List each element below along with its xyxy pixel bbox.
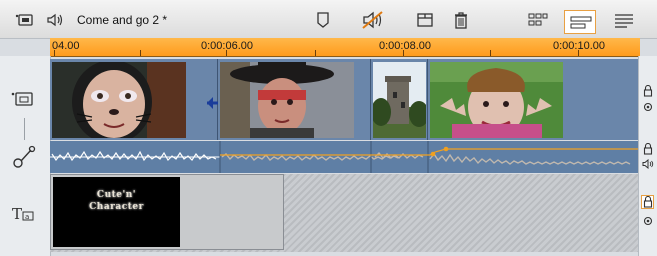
audio-speaker-icon[interactable] bbox=[44, 9, 66, 31]
ruler-tick bbox=[140, 50, 141, 56]
track-header-column: Ta bbox=[0, 56, 51, 256]
ruler-label: 0:00:08.00 bbox=[379, 40, 431, 52]
timeline-toolbar: Come and go 2 * bbox=[0, 0, 657, 39]
ruler-tick bbox=[315, 50, 316, 56]
marker-icon[interactable] bbox=[312, 9, 334, 31]
eye-icon[interactable] bbox=[643, 213, 653, 231]
ruler-tick bbox=[54, 50, 55, 56]
ruler-tick bbox=[226, 50, 227, 56]
ruler-label: 0:00:10.00 bbox=[553, 40, 605, 52]
volume-keyframe[interactable] bbox=[443, 146, 449, 152]
title-text-line1: Cute'n' bbox=[96, 190, 137, 200]
title-track[interactable]: Cute'n' Character bbox=[50, 174, 638, 252]
ruler-tick bbox=[490, 50, 491, 56]
video-clip[interactable] bbox=[50, 59, 218, 140]
svg-text:a: a bbox=[25, 213, 29, 221]
svg-text:T: T bbox=[12, 205, 22, 223]
video-clip[interactable] bbox=[428, 59, 638, 140]
storyboard-view-icon[interactable] bbox=[526, 9, 550, 31]
title-clip-thumbnail: Cute'n' Character bbox=[53, 177, 180, 247]
video-clip[interactable] bbox=[218, 59, 371, 140]
clip-thumbnail bbox=[52, 62, 186, 138]
video-track[interactable] bbox=[50, 59, 638, 140]
title-text-line2: Character bbox=[89, 202, 144, 212]
clip-thumbnail bbox=[373, 62, 426, 138]
project-title: Come and go 2 * bbox=[77, 13, 168, 27]
track-connector bbox=[24, 118, 25, 140]
ruler-tick bbox=[403, 50, 404, 56]
speaker-icon[interactable] bbox=[642, 156, 654, 174]
eye-icon[interactable] bbox=[643, 99, 653, 117]
audio-track[interactable] bbox=[50, 141, 638, 173]
time-ruler[interactable]: 04.00 0:00:06.00 0:00:08.00 0:00:10.00 bbox=[50, 38, 640, 57]
ruler-tick bbox=[578, 50, 579, 56]
audio-track-icon[interactable] bbox=[11, 144, 37, 175]
mute-icon[interactable] bbox=[360, 9, 386, 31]
ruler-label: 04.00 bbox=[52, 40, 80, 52]
title-clip[interactable]: Cute'n' Character bbox=[50, 174, 284, 250]
trash-icon[interactable] bbox=[450, 9, 472, 31]
video-clip[interactable] bbox=[371, 59, 428, 140]
video-monitor-icon[interactable] bbox=[14, 9, 36, 31]
track-lock-column bbox=[638, 56, 657, 256]
timeline-view-button[interactable] bbox=[564, 10, 596, 34]
clip-thumbnail bbox=[430, 62, 563, 138]
text-view-icon[interactable] bbox=[612, 9, 636, 31]
split-clip-icon[interactable] bbox=[414, 9, 436, 31]
lock-icon-active[interactable] bbox=[641, 195, 654, 209]
volume-keyframe[interactable] bbox=[430, 151, 436, 157]
video-track-icon[interactable] bbox=[11, 90, 35, 113]
audio-waveform bbox=[50, 141, 638, 173]
timeline-view-icon bbox=[570, 16, 592, 29]
title-track-icon[interactable]: Ta bbox=[11, 204, 37, 229]
clip-thumbnail bbox=[220, 62, 354, 138]
ruler-label: 0:00:06.00 bbox=[201, 40, 253, 52]
